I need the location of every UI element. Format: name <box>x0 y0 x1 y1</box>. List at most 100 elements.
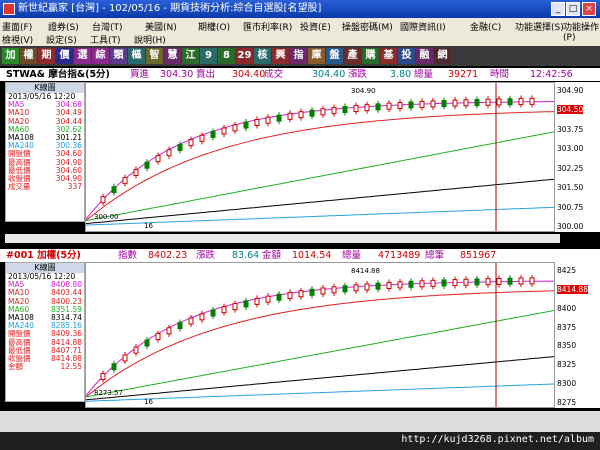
menu-item-row2-3[interactable]: 說明(H) <box>134 33 166 46</box>
toolbar-button-8[interactable]: 智 <box>146 48 163 64</box>
panel1-chart-svg[interactable]: 304.90 300.00 16 <box>85 83 555 231</box>
toolbar-button-6[interactable]: 類 <box>110 48 127 64</box>
panel1-ask: 304.40 <box>232 69 266 80</box>
panel2-ytick: 8400 <box>557 303 577 313</box>
panel2-ytick: 8350 <box>557 341 577 351</box>
toolbar-button-20[interactable]: 購 <box>362 48 379 64</box>
panel2-vol-label: 總量 <box>342 250 362 261</box>
panel1-price-axis: 304.90 304.50 303.75 303.00 302.25 301.50 300.… <box>555 82 600 232</box>
panel2-candle <box>221 306 227 314</box>
app-icon <box>3 3 15 15</box>
panel1-vol-label: 總量 <box>414 69 434 80</box>
menu-item-6[interactable]: 投資(E) <box>300 20 331 33</box>
menu-item-4[interactable]: 期權(O) <box>198 20 230 33</box>
menu-item-0[interactable]: 畫面(F) <box>2 20 32 33</box>
panel2-candle <box>474 278 480 286</box>
toolbar-button-24[interactable]: 網 <box>434 48 451 64</box>
toolbar-button-5[interactable]: 綜 <box>92 48 109 64</box>
menu-item-row2-2[interactable]: 工具(T) <box>90 33 121 46</box>
menu-item-5[interactable]: 匯市利率(R) <box>243 20 292 33</box>
toolbar-button-0[interactable]: 加 <box>2 48 19 64</box>
panel2-candle <box>452 279 458 287</box>
toolbar-button-3[interactable]: 價 <box>56 48 73 64</box>
panel2-idx: 8402.23 <box>148 250 188 261</box>
window-titlebar: 新世紀贏家 [台灣] - 102/05/16 - 期貨技術分析:綜合自選股[名望… <box>0 0 600 18</box>
panel2-amt-label: 金額 <box>262 250 282 261</box>
menu-item-10[interactable]: 功能選擇(S) <box>515 20 564 33</box>
panel2-candle <box>309 288 315 296</box>
panel1-candle <box>419 100 425 108</box>
watermark-url: http://kujd3268.pixnet.net/album <box>401 434 594 445</box>
toolbar-button-18[interactable]: 盤 <box>326 48 343 64</box>
panel2-candle <box>353 284 359 292</box>
menu-item-row2-0[interactable]: 檢視(V) <box>2 33 33 46</box>
toolbar-button-14[interactable]: 核 <box>254 48 271 64</box>
menu-item-2[interactable]: 台灣(T) <box>92 20 123 33</box>
panel1-candle <box>529 97 535 105</box>
panel2-chg: 83.64 <box>232 250 260 261</box>
panel2-symbol[interactable]: #001 加權(5分) <box>6 249 81 262</box>
panel2-candle <box>342 285 348 293</box>
panel1-ytick: 300.75 <box>557 202 584 212</box>
panel1-candle <box>386 102 392 110</box>
panel2-low-label: 8273.57 <box>94 389 123 397</box>
menu-item-7[interactable]: 操盤密碼(M) <box>342 20 393 33</box>
panel2-x-label: 16 <box>144 398 153 406</box>
panel1-candle <box>408 101 414 109</box>
panel1-candle <box>353 105 359 113</box>
bottom-tab-bar <box>0 411 600 432</box>
panel1-chg: 3.80 <box>390 69 412 80</box>
panel2-candle <box>485 278 491 286</box>
panel2-chart-svg[interactable]: 8414.88 8273.57 16 <box>85 263 555 407</box>
panel1-sidebar-value: 337 <box>67 182 82 192</box>
menu-item-11[interactable]: 功能操作(P) <box>563 20 600 43</box>
toolbar-button-10[interactable]: 江 <box>182 48 199 64</box>
toolbar-button-7[interactable]: 樞 <box>128 48 145 64</box>
panel1-candle <box>496 98 502 106</box>
menu-item-8[interactable]: 國際資訊(I) <box>400 20 446 33</box>
panel1-candle <box>188 139 194 147</box>
panel1-time-axis <box>5 234 560 243</box>
menu-item-3[interactable]: 美國(N) <box>145 20 177 33</box>
panel2-candle <box>331 286 337 294</box>
panel2-ytick: 8375 <box>557 322 577 332</box>
panel1-candle <box>441 100 447 108</box>
toolbar-button-19[interactable]: 產 <box>344 48 361 64</box>
panel2-sidebar-value: 12.55 <box>60 362 82 372</box>
close-button[interactable]: × <box>582 2 596 16</box>
minimize-button[interactable]: _ <box>551 2 565 16</box>
menu-item-row2-1[interactable]: 設定(S) <box>46 33 77 46</box>
panel2-ytick: 8414.88 <box>557 284 589 294</box>
toolbar-button-12[interactable]: 8 <box>218 48 235 64</box>
maximize-button[interactable]: □ <box>566 2 580 16</box>
panel1-ytick: 300.00 <box>557 222 584 231</box>
panel2-ma-legend: K線圖 2013/05/16 12:20 MA5 8408.80 MA10 8403.… <box>5 262 85 402</box>
panel1-candle <box>309 109 315 117</box>
toolbar-button-22[interactable]: 投 <box>398 48 415 64</box>
panel2-ytick: 8425 <box>557 266 577 275</box>
panel2-candle <box>133 346 139 354</box>
toolbar-button-23[interactable]: 融 <box>416 48 433 64</box>
panel1-candle <box>375 103 381 111</box>
toolbar-button-11[interactable]: 9 <box>200 48 217 64</box>
menu-item-1[interactable]: 證券(S) <box>48 20 79 33</box>
panel1-candlestick-chart[interactable]: 304.90 300.00 16 <box>85 82 555 232</box>
panel2-amt: 1014.54 <box>292 250 332 261</box>
panel1-symbol[interactable]: STWA& 摩台指&(5分) <box>6 68 110 81</box>
panel1-ytick: 303.00 <box>557 144 584 154</box>
panel1-ma60-line <box>85 131 555 222</box>
toolbar-button-21[interactable]: 基 <box>380 48 397 64</box>
menu-item-9[interactable]: 金融(C) <box>470 20 501 33</box>
toolbar-button-9[interactable]: 慧 <box>164 48 181 64</box>
toolbar-button-4[interactable]: 選 <box>74 48 91 64</box>
window-title: 新世紀贏家 [台灣] - 102/05/16 - 期貨技術分析:綜合自選股[名望… <box>18 3 322 14</box>
toolbar-button-17[interactable]: 庫 <box>308 48 325 64</box>
menu-bar: 畫面(F) 證券(S) 台灣(T) 美國(N) 期權(O) 匯市利率(R) 投資(E) 操盤密… <box>0 18 600 46</box>
toolbar-button-2[interactable]: 期 <box>38 48 55 64</box>
toolbar-button-1[interactable]: 權 <box>20 48 37 64</box>
toolbar-button-15[interactable]: 興 <box>272 48 289 64</box>
toolbar-button-16[interactable]: 指 <box>290 48 307 64</box>
toolbar-button-13[interactable]: 29 <box>236 48 253 64</box>
panel2-candlestick-chart[interactable]: 8414.88 8273.57 16 <box>85 262 555 408</box>
panel1-candle <box>463 99 469 107</box>
